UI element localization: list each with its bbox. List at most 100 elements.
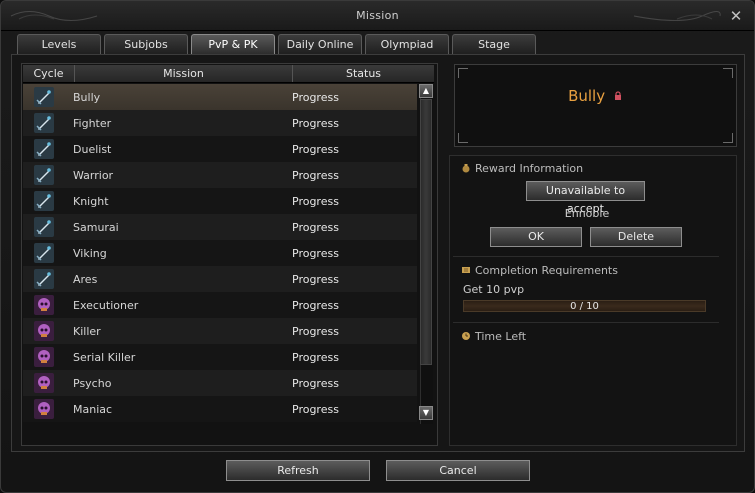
mission-status: Progress	[292, 350, 339, 364]
mission-status: Progress	[292, 376, 339, 390]
scroll-up-arrow-icon[interactable]: ▲	[419, 84, 433, 98]
tab-pvp-pk[interactable]: PvP & PK	[191, 34, 275, 54]
mission-name: Fighter	[73, 116, 112, 130]
ornament-left-icon	[10, 11, 98, 21]
titlebar[interactable]: Mission ✕	[1, 1, 754, 31]
mission-name: Serial Killer	[73, 350, 136, 364]
scrollbar-thumb[interactable]	[420, 99, 432, 365]
mission-row[interactable]: Knight Progress	[23, 188, 417, 214]
mission-name: Knight	[73, 194, 109, 208]
mission-name: Viking	[73, 246, 107, 260]
clock-icon	[462, 332, 470, 340]
sword-icon	[34, 113, 54, 133]
reward-information-label: Reward Information	[475, 162, 584, 175]
column-header-status[interactable]: Status	[293, 65, 434, 82]
mission-row[interactable]: Maniac Progress	[23, 396, 417, 422]
mission-rows: Bully Progress Fighter Progress Duelist Progr…	[23, 84, 417, 445]
frame-corner	[723, 133, 733, 143]
time-left-header: Time Left	[461, 330, 526, 343]
tab-subjobs[interactable]: Subjobs	[104, 34, 188, 54]
column-header-cycle[interactable]: Cycle	[23, 65, 75, 82]
sword-icon	[34, 269, 54, 289]
skull-icon	[34, 347, 54, 367]
mission-row[interactable]: Samurai Progress	[23, 214, 417, 240]
lock-icon	[614, 91, 621, 100]
completion-requirements-header: Completion Requirements	[461, 264, 618, 277]
reward-name: Ennoble	[564, 207, 610, 220]
mission-name: Killer	[73, 324, 101, 338]
skull-icon	[34, 373, 54, 393]
requirement-progress-bar: 0 / 10	[463, 300, 706, 312]
mission-status: Progress	[292, 246, 339, 260]
sword-icon	[34, 139, 54, 159]
mission-row[interactable]: Duelist Progress	[23, 136, 417, 162]
tab-levels[interactable]: Levels	[17, 34, 101, 54]
mission-row[interactable]: Killer Progress	[23, 318, 417, 344]
tab-stage[interactable]: Stage	[452, 34, 536, 54]
mission-list-panel: Cycle Mission Status Bully Progress Fighte…	[21, 63, 438, 446]
mission-row[interactable]: Psycho Progress	[23, 370, 417, 396]
mission-row[interactable]: Bully Progress	[23, 84, 417, 110]
completion-requirements-label: Completion Requirements	[475, 264, 618, 277]
mission-name: Executioner	[73, 298, 139, 312]
refresh-button[interactable]: Refresh	[226, 460, 370, 481]
tab-daily-online[interactable]: Daily Online	[278, 34, 362, 54]
mission-name: Psycho	[73, 376, 112, 390]
mission-name: Samurai	[73, 220, 119, 234]
reward-information-header: Reward Information	[461, 162, 583, 175]
divider	[453, 256, 719, 257]
close-icon[interactable]: ✕	[728, 8, 744, 24]
scroll-icon	[462, 267, 470, 273]
ornament-right-icon	[633, 11, 721, 21]
scroll-down-arrow-icon[interactable]: ▼	[419, 406, 433, 420]
mission-name: Bully	[73, 90, 101, 104]
mission-name: Ares	[73, 272, 98, 286]
sword-icon	[34, 165, 54, 185]
mission-status: Progress	[292, 194, 339, 208]
sword-icon	[34, 243, 54, 263]
mission-status: Progress	[292, 272, 339, 286]
unavailable-to-accept-button[interactable]: Unavailable to accept	[526, 181, 645, 215]
frame-corner	[458, 68, 468, 78]
sword-icon	[34, 217, 54, 237]
mission-status: Progress	[292, 168, 339, 182]
mission-name: Maniac	[73, 402, 113, 416]
mission-row[interactable]: Fighter Progress	[23, 110, 417, 136]
ok-button[interactable]: OK	[490, 227, 582, 247]
tab-olympiad[interactable]: Olympiad	[365, 34, 449, 54]
mission-row[interactable]: Viking Progress	[23, 240, 417, 266]
frame-corner	[458, 133, 468, 143]
sword-icon	[34, 87, 54, 107]
sword-icon	[34, 191, 54, 211]
column-header-mission[interactable]: Mission	[75, 65, 293, 82]
mission-window: Mission ✕ Levels Subjobs PvP & PK Daily …	[0, 0, 755, 493]
delete-button[interactable]: Delete	[590, 227, 682, 247]
mission-title-box: Bully	[454, 64, 737, 147]
time-left-label: Time Left	[475, 330, 527, 343]
skull-icon	[34, 295, 54, 315]
frame-corner	[723, 68, 733, 78]
mission-status: Progress	[292, 142, 339, 156]
mission-status: Progress	[292, 324, 339, 338]
divider	[453, 322, 719, 323]
mission-name: Duelist	[73, 142, 112, 156]
selected-mission-title: Bully	[455, 87, 736, 105]
mission-row[interactable]: Warrior Progress	[23, 162, 417, 188]
mission-status: Progress	[292, 298, 339, 312]
progress-text: 0 / 10	[570, 301, 599, 312]
requirement-text: Get 10 pvp	[463, 283, 525, 296]
mission-status: Progress	[292, 90, 339, 104]
mission-status: Progress	[292, 402, 339, 416]
skull-icon	[34, 399, 54, 419]
list-header: Cycle Mission Status	[23, 65, 434, 83]
mission-row[interactable]: Serial Killer Progress	[23, 344, 417, 370]
cancel-button[interactable]: Cancel	[386, 460, 530, 481]
tab-bar: Levels Subjobs PvP & PK Daily Online Oly…	[17, 34, 536, 54]
mission-status: Progress	[292, 116, 339, 130]
selected-mission-name: Bully	[568, 87, 606, 105]
mission-status: Progress	[292, 220, 339, 234]
mission-row[interactable]: Ares Progress	[23, 266, 417, 292]
skull-icon	[34, 321, 54, 341]
reward-bag-icon	[462, 164, 470, 173]
mission-row[interactable]: Executioner Progress	[23, 292, 417, 318]
